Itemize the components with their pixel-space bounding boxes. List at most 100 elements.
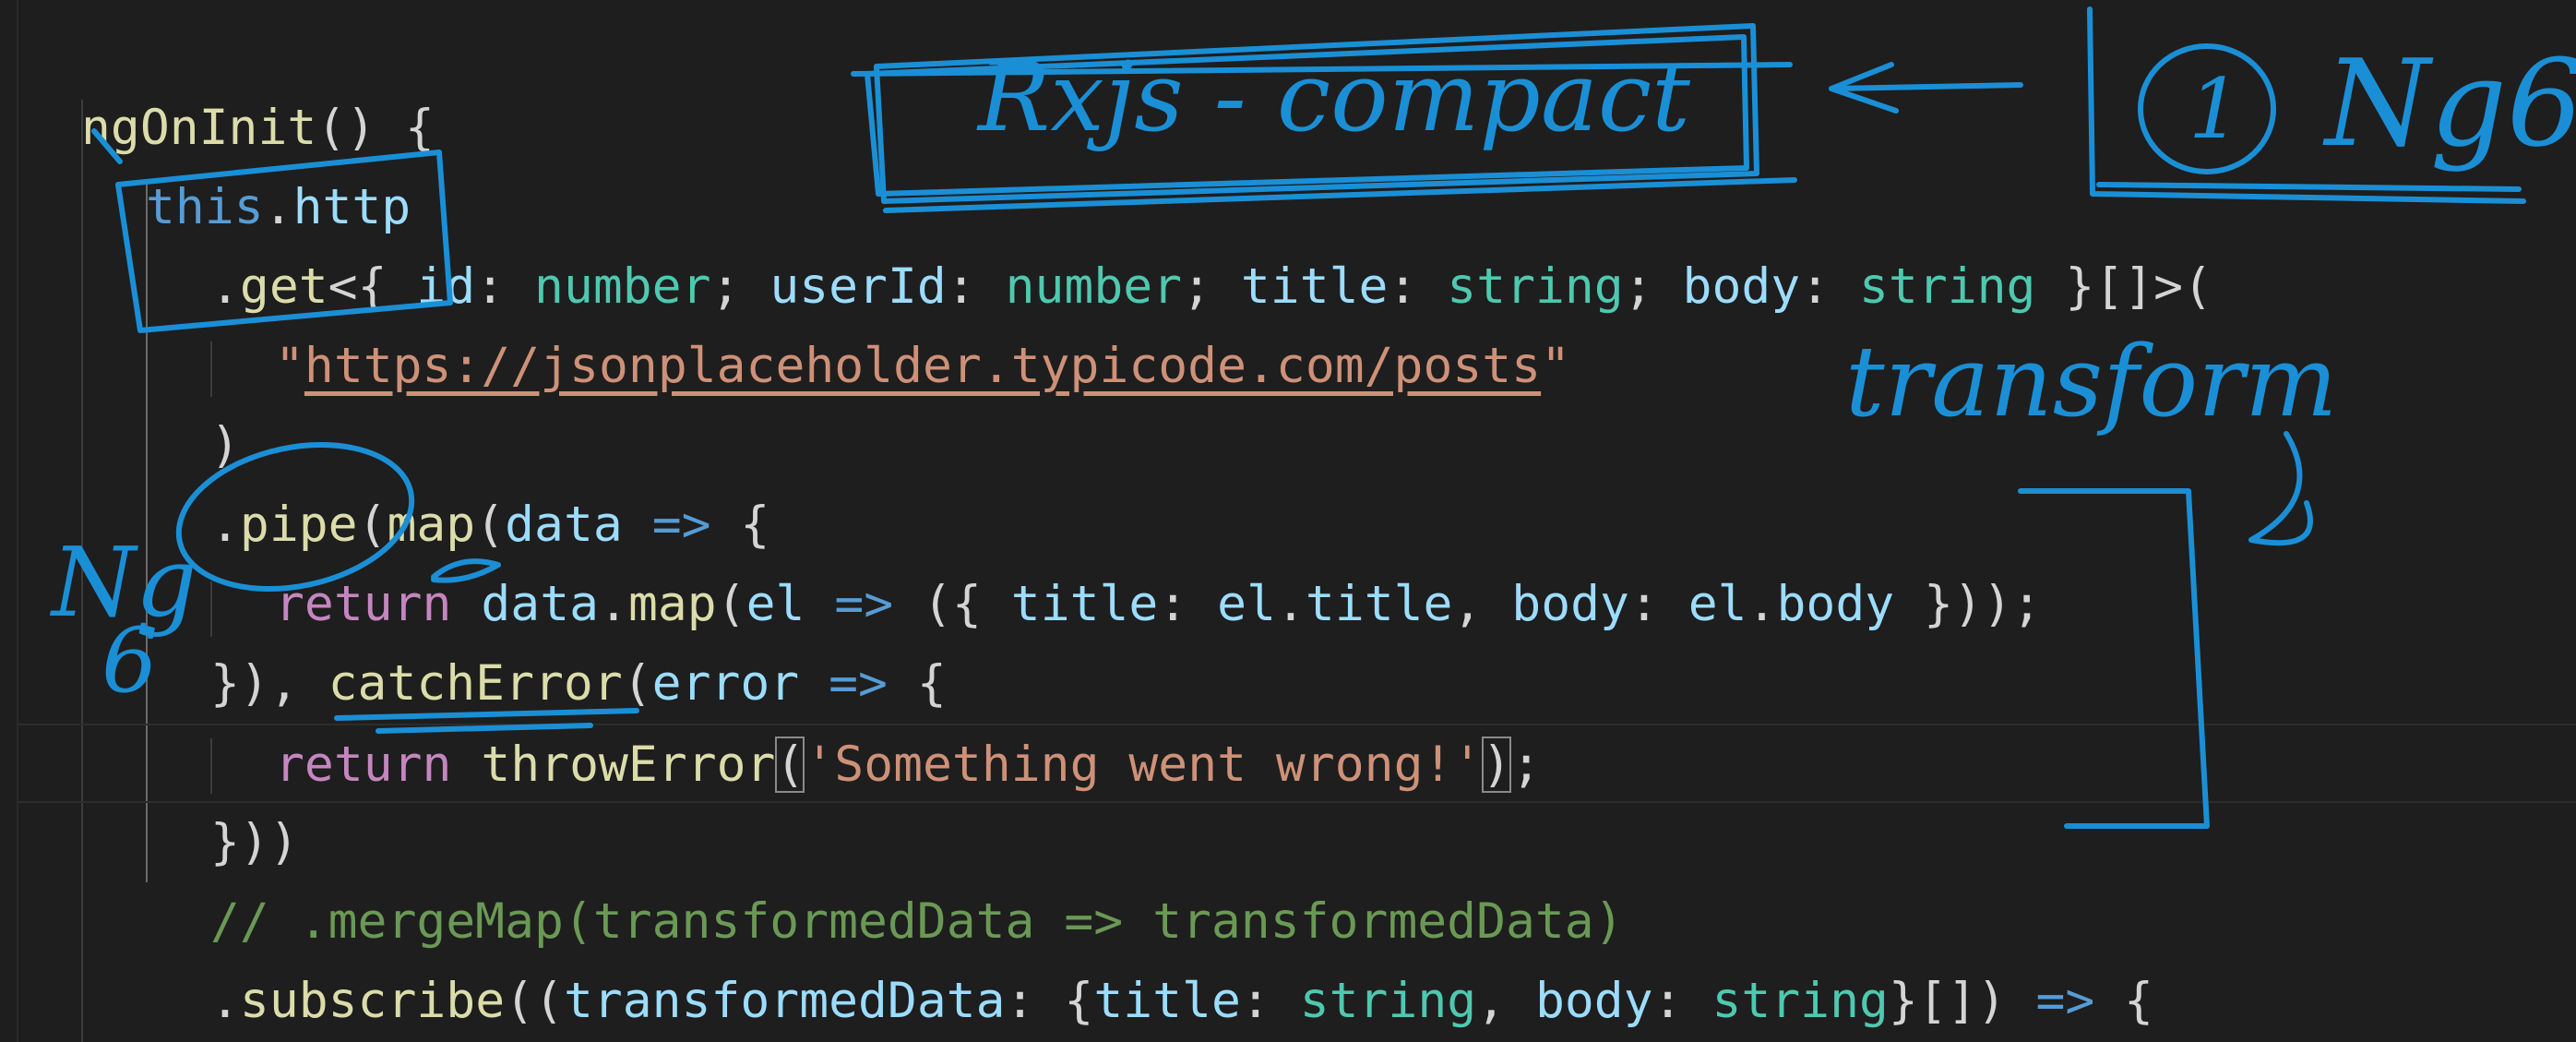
code-token: return bbox=[275, 737, 452, 793]
code-token: () { bbox=[316, 100, 435, 156]
code-token: catchError bbox=[328, 655, 623, 712]
code-token: throwError bbox=[481, 737, 776, 793]
code-token: id bbox=[416, 258, 476, 315]
code-token: map bbox=[627, 576, 717, 632]
code-token: map bbox=[387, 497, 476, 553]
code-line-3[interactable]: .get<{ id: number; userId: number; title… bbox=[210, 247, 2212, 327]
arrow-left-icon bbox=[1829, 62, 1899, 114]
url-link[interactable]: https://jsonplaceholder.typicode.com/pos… bbox=[304, 338, 1541, 394]
code-token: }[]>( bbox=[2035, 258, 2212, 315]
transform-squiggle bbox=[2248, 431, 2313, 546]
code-editor[interactable]: ngOnInit() { this.http .get<{ id: number… bbox=[0, 0, 2576, 1042]
code-line-11[interactable]: // .mergeMap(transformedData => transfor… bbox=[210, 882, 1624, 962]
code-line-10[interactable]: })) bbox=[210, 803, 299, 882]
code-token: . bbox=[599, 576, 628, 632]
code-token: { bbox=[916, 655, 947, 712]
code-token: number bbox=[534, 258, 711, 315]
code-token: : { bbox=[1005, 973, 1094, 1029]
code-token: : bbox=[946, 258, 1006, 315]
code-token: : bbox=[1652, 973, 1712, 1029]
code-token: => bbox=[622, 497, 741, 553]
code-token: title bbox=[1240, 258, 1389, 315]
code-token: return bbox=[275, 576, 452, 632]
code-token: ; bbox=[1511, 737, 1542, 793]
code-line-12[interactable]: .subscribe((transformedData: {title: str… bbox=[210, 962, 2153, 1041]
code-token: ( bbox=[622, 655, 652, 712]
code-token: el bbox=[1688, 576, 1747, 632]
transform-label: transform bbox=[1845, 325, 2338, 438]
code-token: , bbox=[1452, 576, 1512, 632]
code-token: . bbox=[210, 497, 240, 553]
code-token: ( bbox=[475, 497, 506, 553]
code-token: subscribe bbox=[239, 973, 506, 1029]
code-token: { bbox=[2094, 973, 2154, 1029]
code-token: . bbox=[1747, 576, 1777, 632]
code-line-4[interactable]: "https://jsonplaceholder.typicode.com/po… bbox=[275, 327, 1570, 406]
code-line-5[interactable]: ) bbox=[210, 406, 240, 485]
code-token: body bbox=[1511, 576, 1629, 632]
code-token: }[]) bbox=[1888, 973, 2036, 1029]
ng-side-digit: 6 bbox=[101, 609, 159, 713]
ng6-box-outline bbox=[2096, 182, 2522, 192]
code-line-2[interactable]: this.http bbox=[146, 168, 411, 247]
code-token: number bbox=[1005, 258, 1183, 315]
code-token: data bbox=[505, 497, 623, 553]
code-token: (( bbox=[505, 973, 564, 1029]
code-token: data bbox=[481, 576, 600, 632]
code-token: : bbox=[1388, 258, 1448, 315]
code-token: el bbox=[745, 576, 805, 632]
code-token: http bbox=[292, 179, 411, 235]
code-token: ( bbox=[357, 497, 388, 553]
code-comment: // .mergeMap(transformedData => transfor… bbox=[210, 893, 1624, 950]
code-token: })); bbox=[1894, 576, 2042, 632]
indent-guide bbox=[210, 341, 212, 397]
code-token: string bbox=[1447, 258, 1624, 315]
code-token: title bbox=[1305, 576, 1453, 632]
bracket-match: ( bbox=[775, 737, 805, 793]
code-token: ({ bbox=[923, 576, 1011, 632]
code-token: ; bbox=[710, 258, 770, 315]
code-line-1[interactable]: ngOnInit() { bbox=[81, 89, 435, 168]
code-token: ; bbox=[1623, 258, 1683, 315]
code-token: : bbox=[1628, 576, 1688, 632]
method-name: ngOnInit bbox=[81, 100, 317, 156]
circle-number-label: 1 bbox=[2188, 61, 2242, 158]
code-token: . bbox=[210, 258, 240, 315]
code-token: => bbox=[805, 576, 924, 632]
code-token: ( bbox=[716, 576, 746, 632]
code-token: }), bbox=[210, 655, 328, 712]
rxjs-compact-label: Rxjs - compact bbox=[978, 41, 1690, 153]
code-line-8[interactable]: }), catchError(error => { bbox=[210, 644, 947, 724]
code-token: : bbox=[1800, 258, 1860, 315]
code-line-9-current[interactable]: return throwError('Something went wrong!… bbox=[18, 724, 2576, 803]
code-token: string bbox=[1299, 973, 1477, 1029]
code-token: string bbox=[1711, 973, 1889, 1029]
code-line-6[interactable]: .pipe(map(data => { bbox=[210, 485, 769, 565]
code-token: body bbox=[1534, 973, 1653, 1029]
rxjs-box-stroke-extra bbox=[883, 177, 1797, 213]
code-token: ; bbox=[1182, 258, 1241, 315]
code-line-7[interactable]: return data.map(el => ({ title: el.title… bbox=[275, 565, 2042, 644]
code-token: . bbox=[210, 973, 240, 1029]
code-token: : bbox=[1240, 973, 1300, 1029]
code-token: error bbox=[651, 655, 800, 712]
ng6-label: Ng6 bbox=[2325, 33, 2576, 174]
code-token: el bbox=[1217, 576, 1276, 632]
code-token: ) bbox=[210, 417, 240, 473]
code-token: title bbox=[1010, 576, 1159, 632]
code-token: " bbox=[275, 338, 304, 394]
indent-guide bbox=[210, 581, 212, 637]
code-token: pipe bbox=[239, 497, 358, 553]
code-token: body bbox=[1682, 258, 1801, 315]
code-token: : bbox=[475, 258, 535, 315]
code-token: => bbox=[2035, 973, 2095, 1029]
code-token: , bbox=[1476, 973, 1535, 1029]
code-token: 'Something went wrong!' bbox=[805, 737, 1483, 793]
arrow-left-icon bbox=[1829, 82, 2023, 91]
bracket-match: ) bbox=[1482, 737, 1512, 793]
code-token: userId bbox=[769, 258, 947, 315]
code-token: body bbox=[1776, 576, 1895, 632]
code-token: => bbox=[799, 655, 917, 712]
